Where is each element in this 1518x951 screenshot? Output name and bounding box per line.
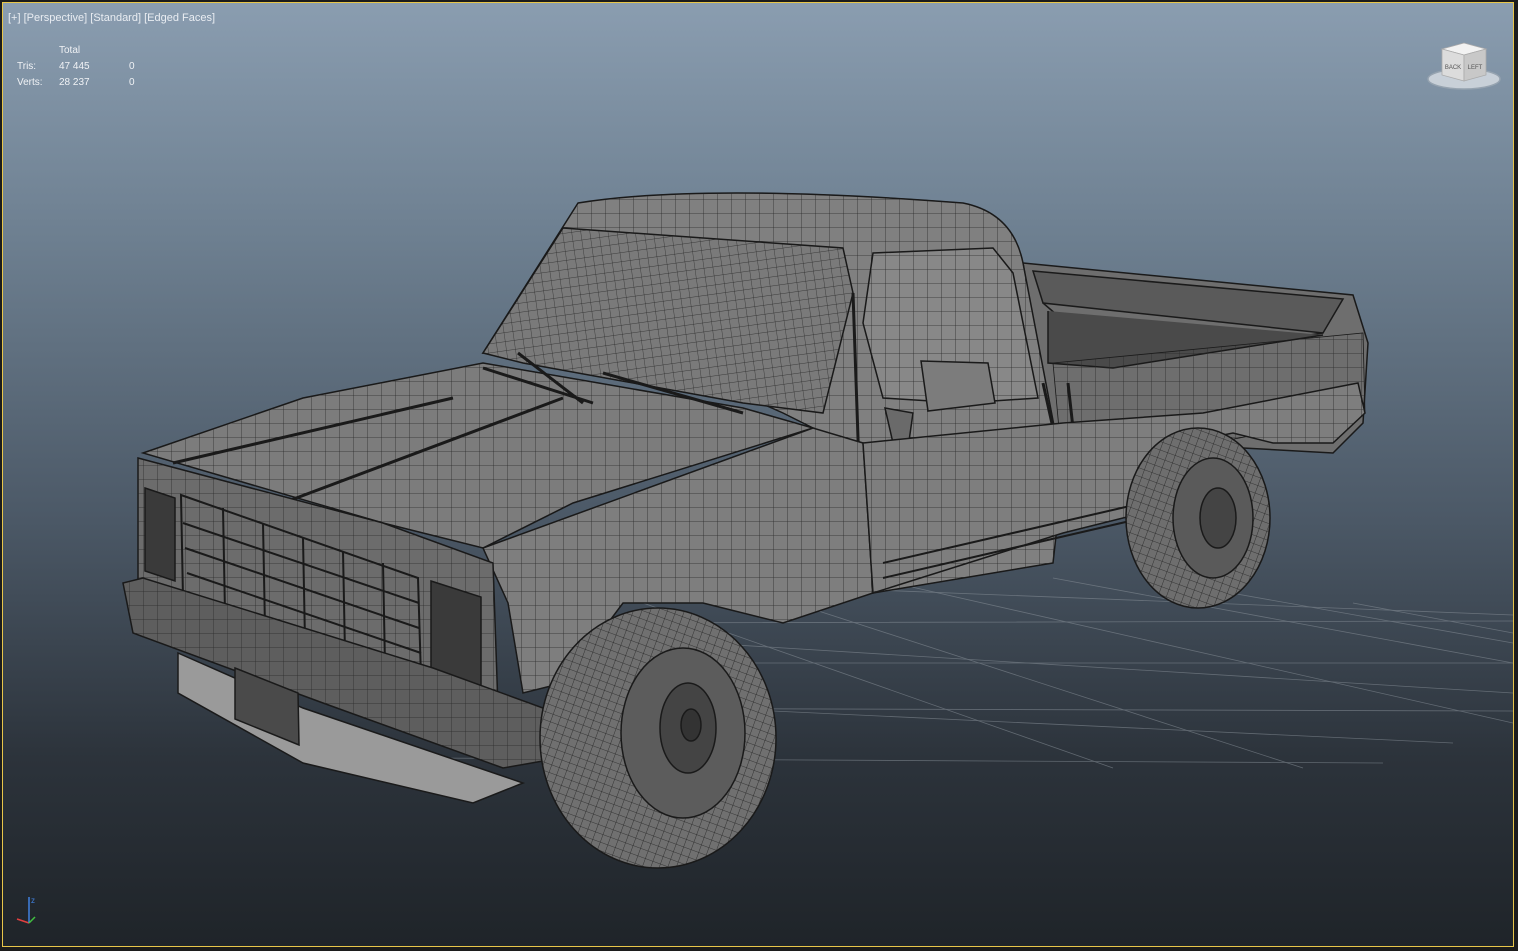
viewport-label-menu: [+] [Perspective] [Standard] [Edged Face… bbox=[8, 12, 215, 24]
headlight-left bbox=[144, 486, 176, 583]
stats-total: 47 445 bbox=[59, 61, 90, 72]
viewport-general-menu[interactable]: [+] bbox=[8, 12, 21, 24]
viewcube-icon[interactable]: BACK LEFT bbox=[1425, 41, 1503, 95]
stats-label: Verts: bbox=[17, 77, 43, 88]
front-wheel bbox=[539, 607, 777, 869]
stats-total: 28 237 bbox=[59, 77, 90, 88]
stats-row-verts: Verts: 28 237 0 bbox=[17, 75, 149, 91]
rear-wheel bbox=[1125, 427, 1271, 609]
pickup-truck-mesh bbox=[122, 192, 1369, 869]
viewport-shading-style-menu[interactable]: [Standard] bbox=[90, 12, 141, 24]
svg-text:z: z bbox=[31, 896, 35, 905]
stats-header-total: Total bbox=[59, 45, 81, 56]
stats-selected: 0 bbox=[129, 61, 135, 72]
viewcube-back-face[interactable]: BACK bbox=[1445, 65, 1461, 71]
stats-label: Tris: bbox=[17, 61, 37, 72]
stats-selected: 0 bbox=[129, 77, 135, 88]
stats-row-tris: Tris: 47 445 0 bbox=[17, 59, 149, 75]
scene-canvas[interactable] bbox=[3, 3, 1514, 947]
axis-tripod-icon: z bbox=[16, 896, 36, 924]
viewport-pov-menu[interactable]: [Perspective] bbox=[24, 12, 88, 24]
side-mirror bbox=[920, 360, 996, 412]
perspective-viewport[interactable]: [+] [Perspective] [Standard] [Edged Face… bbox=[2, 2, 1514, 947]
viewcube-left-face[interactable]: LEFT bbox=[1468, 65, 1483, 71]
viewport-display-mode-menu[interactable]: [Edged Faces] bbox=[144, 12, 215, 24]
statistics-overlay: Total Tris: 47 445 0 Verts: 28 237 0 bbox=[17, 43, 149, 91]
